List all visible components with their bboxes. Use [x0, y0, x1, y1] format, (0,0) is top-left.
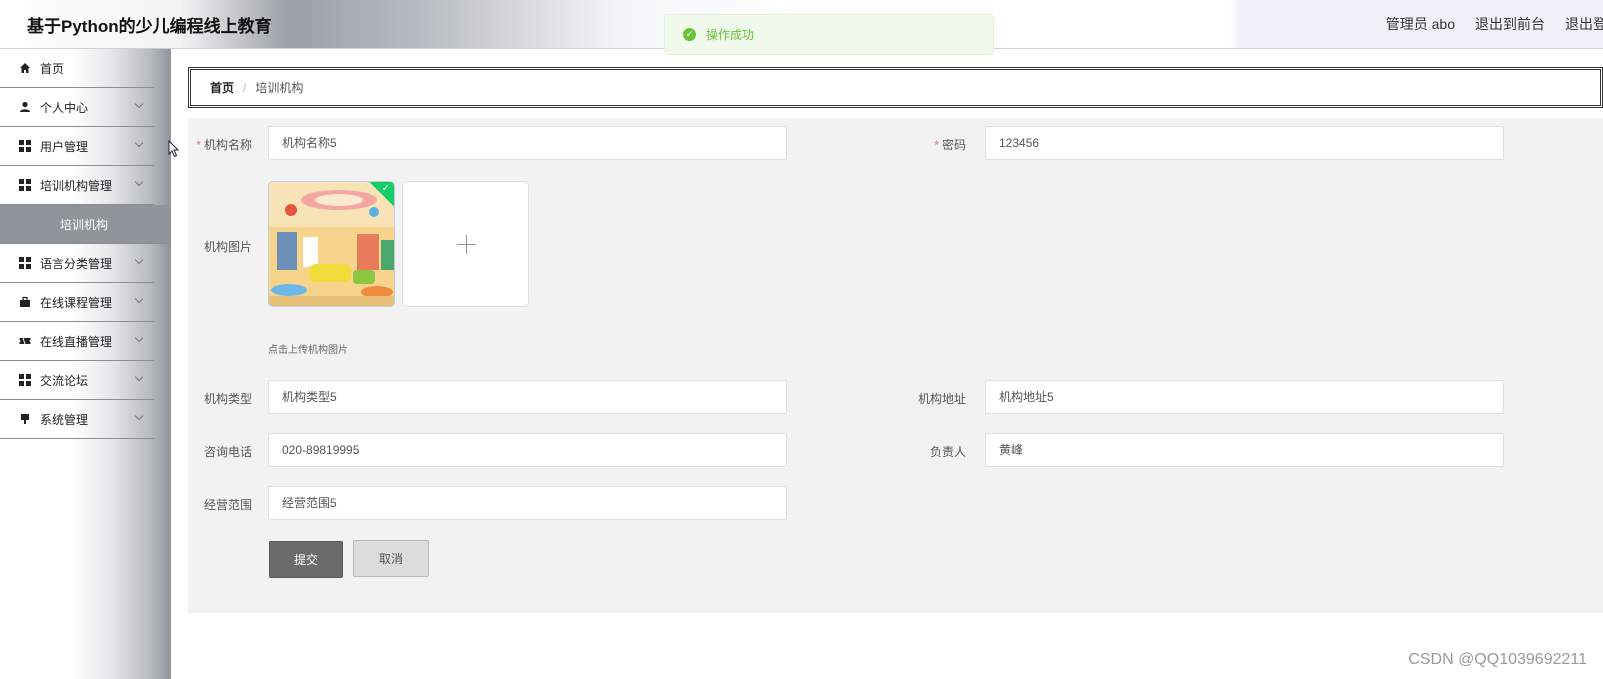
sidebar-subitem-institution[interactable]: 培训机构 — [0, 205, 171, 244]
sidebar-item-label: 个人中心 — [40, 100, 89, 115]
app-title: 基于Python的少儿编程线上教育 — [27, 17, 272, 36]
briefcase-icon — [19, 296, 31, 308]
sidebar-item-user-management[interactable]: 用户管理 — [0, 127, 154, 166]
chevron-down-icon — [134, 255, 144, 265]
sidebar-item-label: 语言分类管理 — [40, 256, 113, 271]
chevron-down-icon — [134, 411, 144, 421]
upload-hint: 点击上传机构图片 — [268, 345, 348, 356]
grid-icon — [19, 179, 31, 191]
check-icon: ✓ — [381, 183, 390, 194]
phone-input[interactable]: 020-89819995 — [268, 433, 787, 467]
sidebar-item-forum[interactable]: 交流论坛 — [0, 361, 154, 400]
flag-icon — [19, 413, 31, 425]
grid-icon — [19, 140, 31, 152]
grid-icon — [19, 374, 31, 386]
sidebar-subitem-label: 培训机构 — [60, 217, 109, 232]
sidebar-item-label: 首页 — [40, 61, 65, 76]
sidebar-item-system-management[interactable]: 系统管理 — [0, 400, 154, 439]
csdn-watermark: CSDN @QQ1039692211 — [1408, 651, 1587, 668]
sidebar-item-label: 在线课程管理 — [40, 295, 113, 310]
success-check-icon: ✓ — [683, 28, 696, 41]
institution-image-label: 机构图片 — [203, 240, 252, 254]
chevron-down-icon — [134, 177, 144, 187]
institution-address-label: 机构地址 — [917, 392, 966, 406]
institution-address-input[interactable]: 机构地址5 — [985, 380, 1504, 414]
chevron-down-icon — [134, 372, 144, 382]
manager-input[interactable]: 黄峰 — [985, 433, 1504, 467]
password-input[interactable]: 123456 — [985, 126, 1504, 160]
breadcrumb-home-link[interactable]: 首页 — [210, 79, 234, 96]
sidebar: 首页 个人中心 用户管理 培训机构管理 培训机构 语言分类管理 在线课程管理 在… — [0, 49, 171, 679]
sidebar-item-institution-management[interactable]: 培训机构管理 — [0, 166, 154, 205]
sidebar-item-label: 系统管理 — [40, 412, 89, 427]
sidebar-item-home[interactable]: 首页 — [0, 49, 154, 88]
chevron-down-icon — [134, 138, 144, 148]
manager-label: 负责人 — [929, 445, 966, 459]
success-toast: ✓ 操作成功 — [664, 14, 994, 55]
password-label: * 密码 — [934, 138, 966, 152]
toast-message: 操作成功 — [706, 28, 755, 42]
chevron-down-icon — [134, 99, 144, 109]
sidebar-item-personal-center[interactable]: 个人中心 — [0, 88, 154, 127]
ticket-icon — [19, 335, 31, 347]
submit-button[interactable]: 提交 — [269, 541, 343, 578]
institution-type-input[interactable]: 机构类型5 — [268, 380, 787, 414]
mouse-cursor-icon — [168, 140, 180, 158]
business-scope-input[interactable]: 经营范围5 — [268, 486, 787, 520]
chevron-down-icon — [134, 294, 144, 304]
classroom-photo — [269, 182, 394, 306]
home-icon — [19, 62, 31, 74]
sidebar-item-live-stream[interactable]: 在线直播管理 — [0, 322, 154, 361]
institution-name-label: * 机构名称 — [196, 138, 252, 152]
institution-name-input[interactable]: 机构名称5 — [268, 126, 787, 160]
breadcrumb-separator: / — [243, 80, 247, 95]
header-actions: 管理员 abo 退出到前台 退出登录 — [1386, 14, 1603, 34]
sidebar-item-online-course[interactable]: 在线课程管理 — [0, 283, 154, 322]
required-mark: * — [196, 138, 201, 152]
phone-label: 咨询电话 — [203, 445, 252, 459]
sidebar-menu: 首页 个人中心 用户管理 培训机构管理 培训机构 语言分类管理 在线课程管理 在… — [0, 49, 171, 439]
sidebar-item-label: 交流论坛 — [40, 373, 89, 388]
cancel-button[interactable]: 取消 — [353, 540, 429, 577]
required-mark: * — [934, 138, 939, 152]
upload-add-button[interactable] — [402, 181, 529, 307]
business-scope-label: 经营范围 — [203, 498, 252, 512]
sidebar-item-language-category[interactable]: 语言分类管理 — [0, 244, 154, 283]
admin-user-label: 管理员 abo — [1385, 16, 1455, 32]
sidebar-item-label: 用户管理 — [40, 139, 89, 154]
logout-link[interactable]: 退出登录 — [1565, 14, 1603, 34]
institution-type-label: 机构类型 — [203, 392, 252, 406]
sidebar-item-label: 培训机构管理 — [40, 178, 113, 193]
institution-image-thumbnail[interactable]: ✓ — [268, 181, 395, 307]
user-icon — [19, 101, 31, 113]
breadcrumb: 首页 / 培训机构 — [188, 67, 1603, 108]
exit-to-front-link[interactable]: 退出到前台 — [1475, 14, 1545, 34]
sidebar-item-label: 在线直播管理 — [40, 334, 113, 349]
grid-icon — [19, 257, 31, 269]
breadcrumb-current: 培训机构 — [255, 81, 304, 95]
chevron-down-icon — [134, 333, 144, 343]
institution-form: * 机构名称 机构名称5 * 密码 123456 机构图片 ✓ 点击上传机构图片… — [188, 118, 1603, 613]
